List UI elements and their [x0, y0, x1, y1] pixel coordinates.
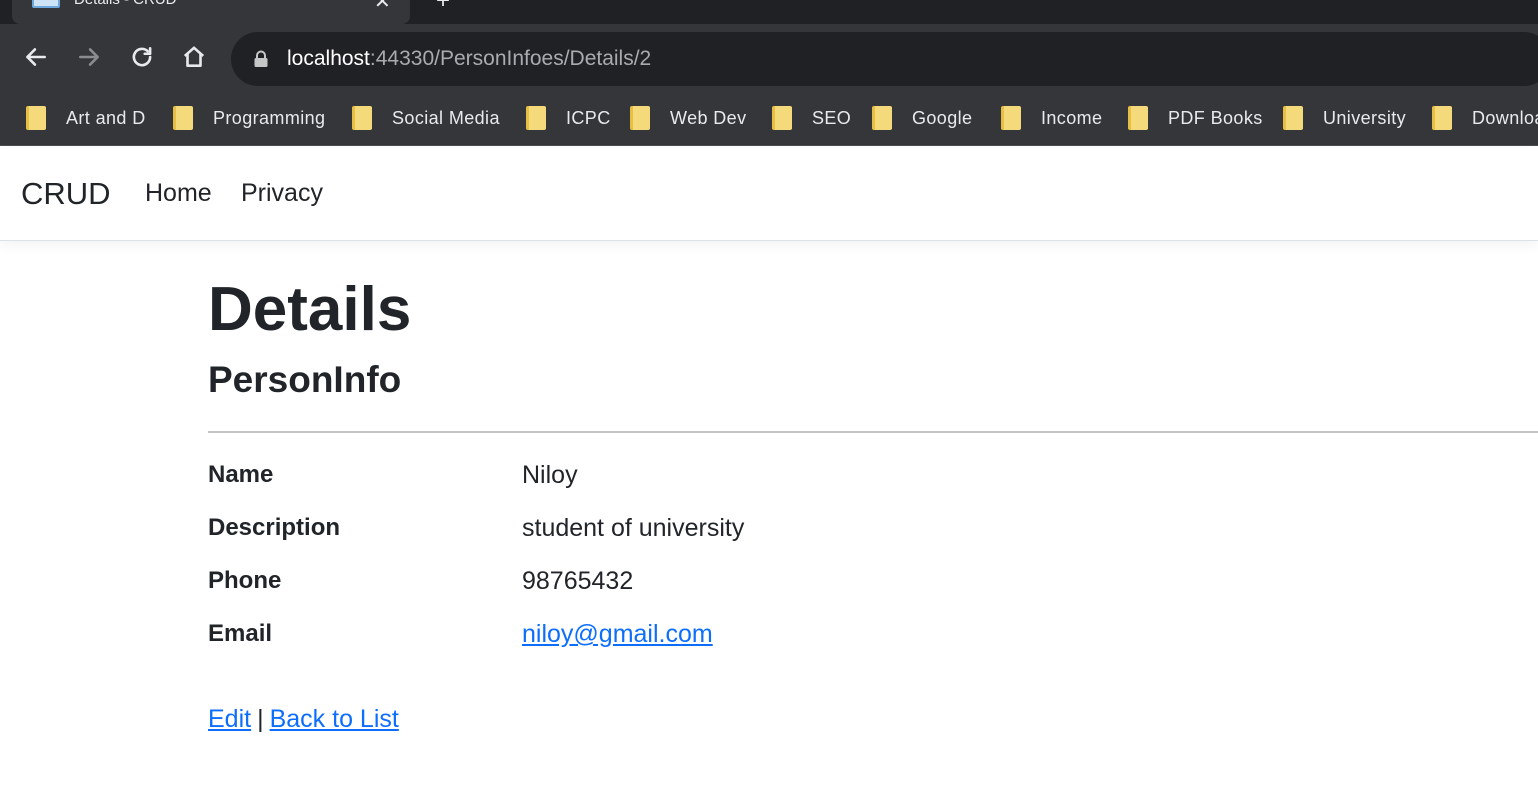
tab-close-icon[interactable]: ✕ [374, 0, 391, 14]
field-label-name: Name [208, 461, 274, 488]
field-value-phone: 98765432 [522, 567, 634, 595]
folder-icon [1283, 106, 1303, 130]
page-favicon-icon [32, 0, 60, 8]
bookmark-label: SEO [812, 107, 852, 128]
folder-icon [772, 106, 792, 130]
details-list: Name Niloy Description student of univer… [208, 461, 1538, 673]
bookmark-label: Google [912, 107, 973, 128]
bookmark-label: University [1323, 107, 1407, 128]
page-title: Details [208, 275, 412, 344]
bookmark-label: Social Media [392, 107, 500, 128]
main-content: Details PersonInfo Name Niloy Descriptio… [208, 274, 1538, 673]
bookmark-folder-web-dev[interactable]: Web Dev [630, 104, 747, 132]
bookmark-folder-google[interactable]: Google [872, 104, 972, 132]
divider [208, 431, 1538, 433]
bookmark-folder-social-media[interactable]: Social Media [352, 104, 500, 132]
email-link[interactable]: niloy@gmail.com [522, 620, 713, 648]
url-path: :44330/PersonInfoes/Details/2 [369, 47, 652, 70]
bookmark-folder-art-and-d[interactable]: Art and D [26, 104, 146, 132]
home-icon[interactable] [177, 40, 211, 74]
nav-link-privacy[interactable]: Privacy [241, 179, 323, 208]
bookmark-label: Downloa [1472, 107, 1538, 128]
bookmark-label: Income [1041, 107, 1103, 128]
folder-icon [872, 106, 892, 130]
bookmark-label: ICPC [566, 107, 611, 128]
bookmark-folder-programming[interactable]: Programming [173, 104, 325, 132]
bookmark-folder-icpc[interactable]: ICPC [526, 104, 611, 132]
back-arrow-icon[interactable] [19, 40, 53, 74]
folder-icon [1001, 106, 1021, 130]
new-tab-plus-icon[interactable]: + [436, 0, 450, 15]
detail-row-phone: Phone 98765432 [208, 567, 1538, 620]
lock-icon[interactable] [253, 50, 269, 68]
reload-icon[interactable] [125, 40, 159, 74]
field-value-description: student of university [522, 514, 745, 542]
field-label-email: Email [208, 620, 273, 647]
bookmark-label: Web Dev [670, 107, 747, 128]
page-subtitle: PersonInfo [208, 359, 402, 400]
field-label-description: Description [208, 514, 341, 541]
folder-icon [1128, 106, 1148, 130]
link-separator: | [257, 705, 264, 733]
browser-toolbar: localhost:44330/PersonInfoes/Details/2 [0, 24, 1538, 90]
bookmark-folder-pdf-books[interactable]: PDF Books [1128, 104, 1263, 132]
browser-tab[interactable]: Details - CRUD ✕ [12, 0, 410, 24]
url-text[interactable]: localhost:44330/PersonInfoes/Details/2 [287, 47, 651, 71]
bookmark-label: PDF Books [1168, 107, 1263, 128]
edit-link[interactable]: Edit [208, 705, 251, 733]
bookmark-label: Art and D [66, 107, 146, 128]
folder-icon [26, 106, 46, 130]
detail-row-email: Email niloy@gmail.com [208, 620, 1538, 673]
bookmark-folder-university[interactable]: University [1283, 104, 1406, 132]
bookmark-folder-downloads[interactable]: Downloa [1432, 104, 1538, 132]
bookmarks-bar: Art and D Programming Social Media ICPC … [0, 90, 1538, 146]
detail-row-name: Name Niloy [208, 461, 1538, 514]
field-value-email: niloy@gmail.com [522, 620, 713, 649]
folder-icon [173, 106, 193, 130]
folder-icon [1432, 106, 1452, 130]
action-links: Edit | Back to List [208, 705, 399, 734]
folder-icon [630, 106, 650, 130]
brand-link[interactable]: CRUD [21, 176, 111, 212]
back-to-list-link[interactable]: Back to List [270, 705, 399, 733]
field-label-phone: Phone [208, 567, 282, 594]
browser-tab-strip: Details - CRUD ✕ + [0, 0, 1538, 24]
nav-link-home[interactable]: Home [145, 179, 212, 208]
bookmark-label: Programming [213, 107, 326, 128]
detail-row-description: Description student of university [208, 514, 1538, 567]
folder-icon [526, 106, 546, 130]
site-navbar: CRUD Home Privacy [0, 148, 1538, 241]
tab-title: Details - CRUD [74, 0, 177, 8]
address-bar[interactable]: localhost:44330/PersonInfoes/Details/2 [231, 32, 1538, 86]
bookmark-folder-seo[interactable]: SEO [772, 104, 851, 132]
field-value-name: Niloy [522, 461, 578, 489]
bookmark-folder-income[interactable]: Income [1001, 104, 1102, 132]
forward-arrow-icon[interactable] [72, 40, 106, 74]
url-host: localhost [287, 47, 370, 70]
folder-icon [352, 106, 372, 130]
